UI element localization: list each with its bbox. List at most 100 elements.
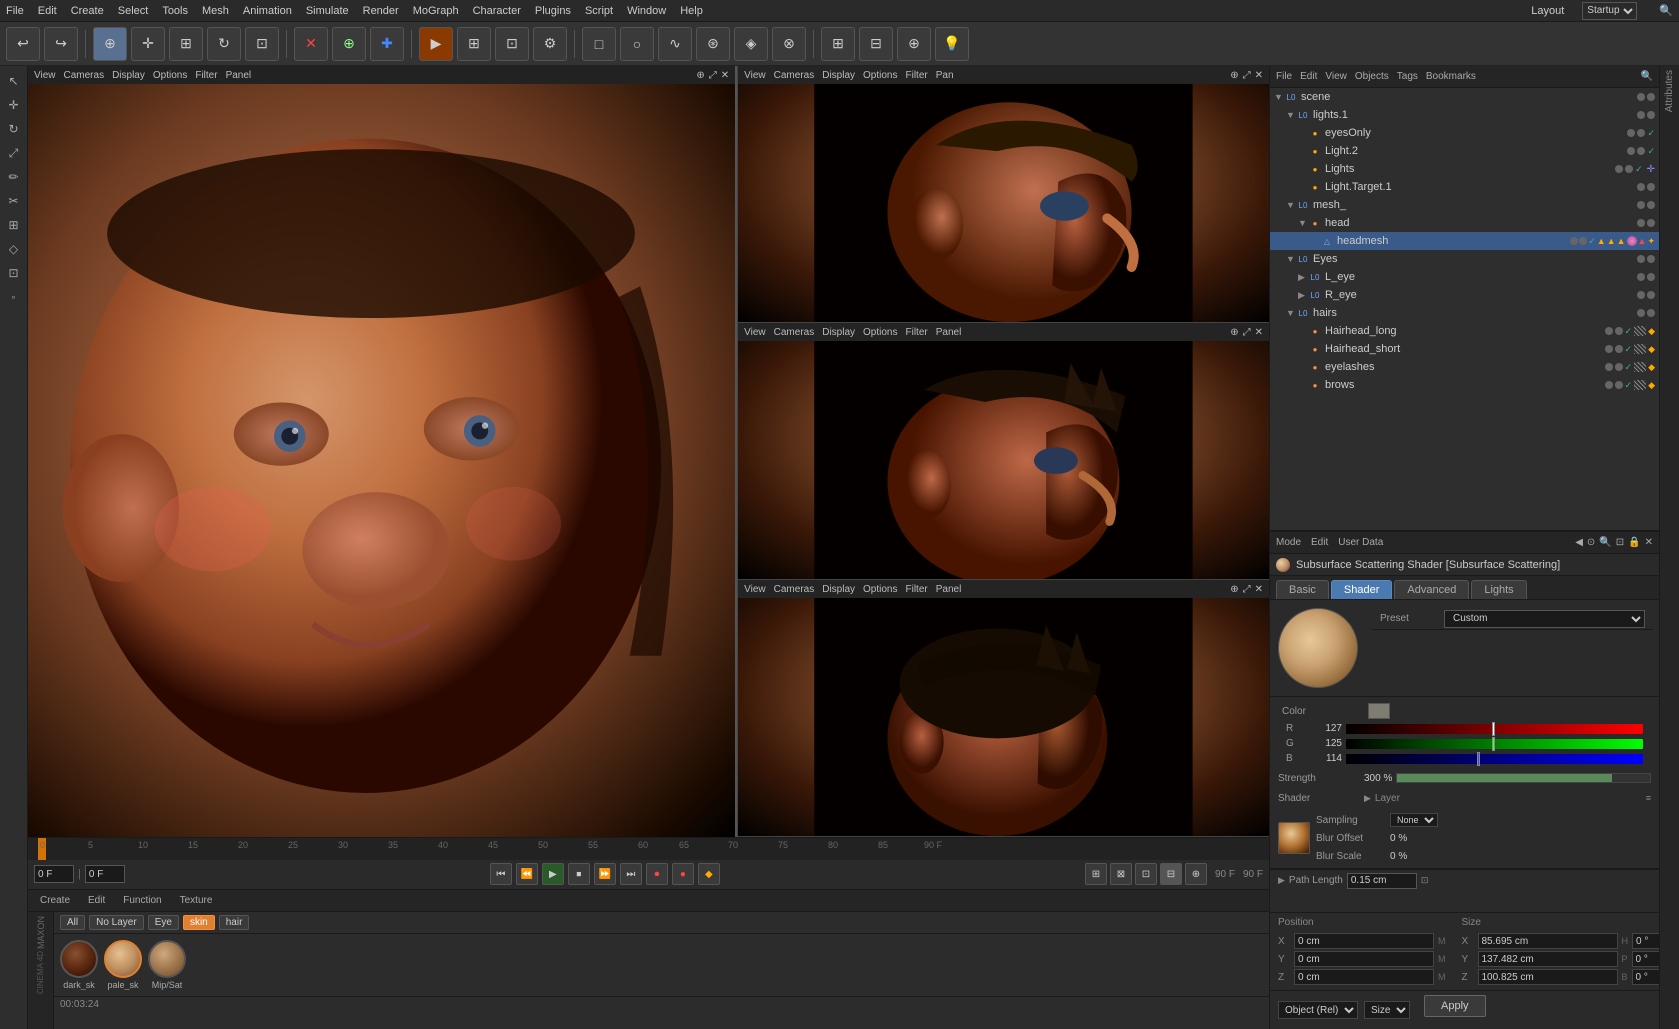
transport-play[interactable]: ▶ xyxy=(542,863,564,885)
obj-row-eyelashes[interactable]: ▶ ● eyelashes ✓ ◆ xyxy=(1270,358,1659,376)
menu-create[interactable]: Create xyxy=(71,5,104,17)
obj-row-light2[interactable]: ▶ ● Light.2 ✓ xyxy=(1270,142,1659,160)
y-axis-btn[interactable]: ⊕ xyxy=(332,27,366,61)
render-btn[interactable]: ▶ xyxy=(419,27,453,61)
vp-mr-expand-icon[interactable]: ⤢ xyxy=(1243,327,1251,338)
vp-tr-display[interactable]: Display xyxy=(822,70,855,81)
filter-skin[interactable]: skin xyxy=(183,915,215,930)
menu-tools[interactable]: Tools xyxy=(162,5,188,17)
vp-br-close-icon[interactable]: ✕ xyxy=(1255,584,1263,595)
vp-mr-close-icon[interactable]: ✕ xyxy=(1255,327,1263,338)
vp-br-filter[interactable]: Filter xyxy=(905,584,927,595)
vp-main-display[interactable]: Display xyxy=(112,70,145,81)
path-length-input[interactable] xyxy=(1347,873,1417,889)
layout-select[interactable]: Startup xyxy=(1582,2,1637,20)
vp-main-filter[interactable]: Filter xyxy=(195,70,217,81)
tab-function[interactable]: Function xyxy=(117,893,167,908)
props-mode-edit[interactable]: Edit xyxy=(1311,537,1328,548)
menu-window[interactable]: Window xyxy=(627,5,666,17)
rotate-tool-btn[interactable]: ↻ xyxy=(207,27,241,61)
obj-row-hairhead-long[interactable]: ▶ ● Hairhead_long ✓ ◆ xyxy=(1270,322,1659,340)
r-track[interactable] xyxy=(1346,724,1643,734)
preset-select[interactable]: Custom xyxy=(1444,610,1645,628)
cube-btn[interactable]: □ xyxy=(582,27,616,61)
shader-tab-advanced[interactable]: Advanced xyxy=(1394,580,1469,599)
obj-row-lights1[interactable]: ▼ L0 lights.1 xyxy=(1270,106,1659,124)
transport-record2[interactable]: ● xyxy=(672,863,694,885)
tool-bevel[interactable]: ◇ xyxy=(3,238,25,260)
apply-button[interactable]: Apply xyxy=(1424,995,1486,1017)
mat-item-mip-sat[interactable]: Mip/Sat xyxy=(148,940,186,990)
vp-br-panel[interactable]: Panel xyxy=(936,584,962,595)
obj-row-mesh[interactable]: ▼ L0 mesh_ xyxy=(1270,196,1659,214)
expand-lights1[interactable]: ▼ xyxy=(1286,110,1296,120)
spline-btn[interactable]: ∿ xyxy=(658,27,692,61)
xtra-btn2[interactable]: ⊠ xyxy=(1110,863,1132,885)
object-space-select[interactable]: Object (Rel) xyxy=(1278,1001,1358,1019)
redo-btn[interactable]: ↪ xyxy=(44,27,78,61)
expand-eyes[interactable]: ▼ xyxy=(1286,254,1296,264)
obj-row-light[interactable]: ▶ ● Lights ✓ ✛ xyxy=(1270,160,1659,178)
g-track[interactable] xyxy=(1346,739,1643,749)
render-settings-btn[interactable]: ⚙ xyxy=(533,27,567,61)
tool-paint[interactable]: ✏ xyxy=(3,166,25,188)
attrs-label[interactable]: Attributes xyxy=(1664,70,1675,112)
sampling-select[interactable]: None xyxy=(1390,813,1438,827)
obj-row-hairhead-short[interactable]: ▶ ● Hairhead_short ✓ ◆ xyxy=(1270,340,1659,358)
frame-start-input[interactable] xyxy=(34,865,74,883)
sweep-btn[interactable]: ⊛ xyxy=(696,27,730,61)
vp-tr-move-icon[interactable]: ⊕ xyxy=(1230,70,1238,81)
menu-animation[interactable]: Animation xyxy=(243,5,292,17)
vp-br-move-icon[interactable]: ⊕ xyxy=(1230,584,1238,595)
expand-scene[interactable]: ▼ xyxy=(1274,92,1284,102)
transport-record[interactable]: ⏺ xyxy=(646,863,668,885)
timeline-ruler[interactable]: 0 5 10 15 20 25 30 35 40 45 50 55 60 65 … xyxy=(28,838,1269,860)
vp-tr-close-icon[interactable]: ✕ xyxy=(1255,70,1263,81)
vp-mr-panel[interactable]: Panel xyxy=(936,327,962,338)
vp-mr-options[interactable]: Options xyxy=(863,327,897,338)
tool-bridge[interactable]: ⊡ xyxy=(3,262,25,284)
xtra-btn1[interactable]: ⊞ xyxy=(1085,863,1107,885)
tool-scale[interactable]: ⤢ xyxy=(3,142,25,164)
menu-character[interactable]: Character xyxy=(473,5,521,17)
props-mode-mode[interactable]: Mode xyxy=(1276,537,1301,548)
obj-menu-bookmarks[interactable]: Bookmarks xyxy=(1426,71,1476,82)
field-btn[interactable]: ◈ xyxy=(734,27,768,61)
vp-mr-view[interactable]: View xyxy=(744,327,766,338)
menu-help[interactable]: Help xyxy=(680,5,703,17)
xtra-btn3[interactable]: ⊡ xyxy=(1135,863,1157,885)
tab-create[interactable]: Create xyxy=(34,893,76,908)
tool-knife[interactable]: ✂ xyxy=(3,190,25,212)
props-tools-icon[interactable]: ⊙ xyxy=(1587,537,1595,548)
size-b-input[interactable] xyxy=(1632,969,1662,985)
size-x-input[interactable] xyxy=(1478,933,1618,949)
props-close-icon[interactable]: ✕ xyxy=(1645,537,1653,548)
menu-script[interactable]: Script xyxy=(585,5,613,17)
vp-tr-expand-icon[interactable]: ⤢ xyxy=(1243,70,1251,81)
expand-eyesonly[interactable]: ▶ xyxy=(1298,128,1308,139)
vp-br-options[interactable]: Options xyxy=(863,584,897,595)
menu-select[interactable]: Select xyxy=(118,5,149,17)
b-track[interactable] xyxy=(1346,754,1643,764)
render-region-btn[interactable]: ⊞ xyxy=(457,27,491,61)
vp-main-close-icon[interactable]: ✕ xyxy=(721,70,729,81)
scale-tool-btn[interactable]: ⊞ xyxy=(169,27,203,61)
obj-row-reye[interactable]: ▶ L0 R_eye xyxy=(1270,286,1659,304)
menu-file[interactable]: File xyxy=(6,5,24,17)
obj-row-scene[interactable]: ▼ L0 scene xyxy=(1270,88,1659,106)
move-tool-btn[interactable]: ✛ xyxy=(131,27,165,61)
size-z-input[interactable] xyxy=(1478,969,1618,985)
vp-tr-options[interactable]: Options xyxy=(863,70,897,81)
xtra-btn5[interactable]: ⊕ xyxy=(1185,863,1207,885)
size-h-input[interactable] xyxy=(1632,933,1662,949)
transport-keyframe[interactable]: ◆ xyxy=(698,863,720,885)
menu-simulate[interactable]: Simulate xyxy=(306,5,349,17)
vp-main-expand-icon[interactable]: ⤢ xyxy=(709,70,717,81)
render-anim-btn[interactable]: ⊡ xyxy=(495,27,529,61)
viewport-mid-right[interactable]: View Cameras Display Options Filter Pane… xyxy=(737,323,1269,580)
viewport-top-right[interactable]: View Cameras Display Options Filter Pan … xyxy=(737,66,1269,323)
filter-all[interactable]: All xyxy=(60,915,85,930)
vp-main-move-icon[interactable]: ⊕ xyxy=(696,70,704,81)
props-lock-icon[interactable]: 🔒 xyxy=(1628,537,1640,548)
obj-search-icon[interactable]: 🔍 xyxy=(1641,71,1653,82)
